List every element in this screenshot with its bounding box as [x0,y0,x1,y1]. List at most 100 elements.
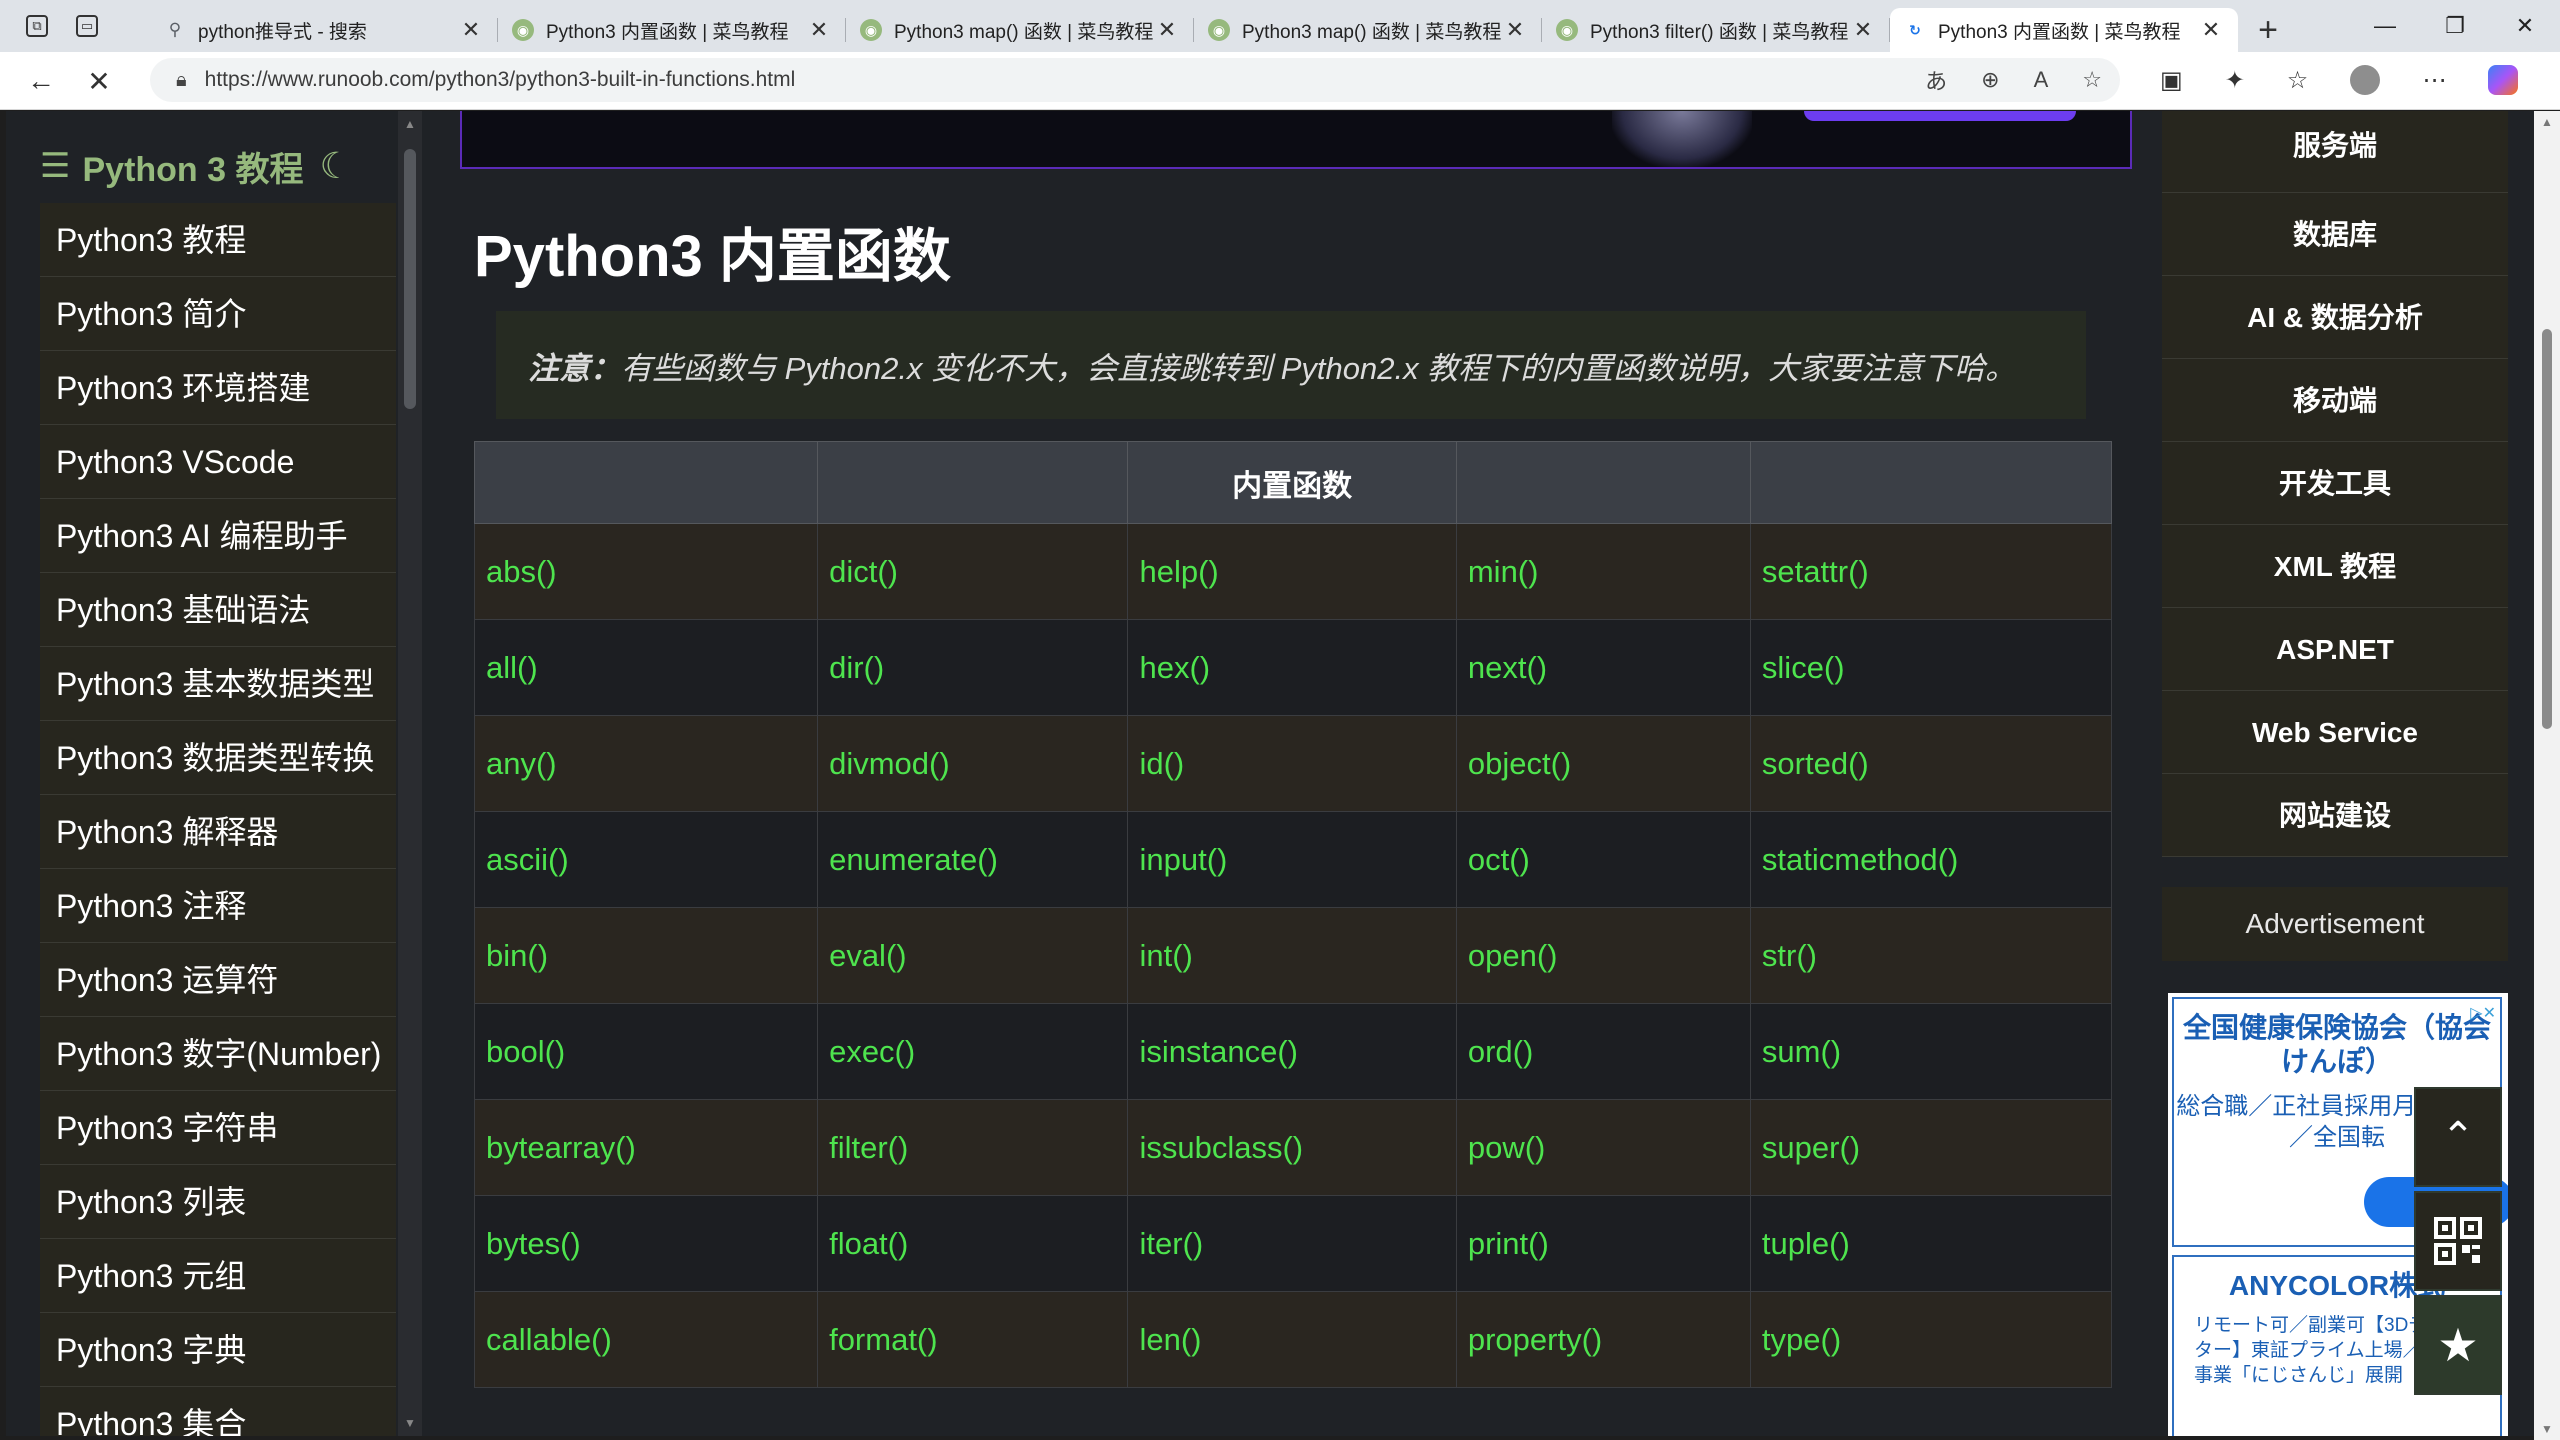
function-link[interactable]: help() [1127,523,1457,620]
category-item[interactable]: AI & 数据分析 [2162,276,2508,359]
function-link[interactable]: sorted() [1749,715,2113,812]
tab-5-active[interactable]: ↻ Python3 内置函数 | 菜鸟教程 ✕ [1890,8,2238,52]
function-link[interactable]: float() [817,1195,1129,1292]
banner-ad[interactable] [460,111,2132,169]
function-link[interactable]: int() [1127,907,1457,1004]
function-link[interactable]: exec() [817,1003,1129,1100]
sidebar-item[interactable]: Python3 数字(Number) [40,1017,396,1091]
tab-3[interactable]: ◉ Python3 map() 函数 | 菜鸟教程 ✕ [1194,8,1542,52]
function-link[interactable]: callable() [473,1291,819,1388]
sidebar-item[interactable]: Python3 基本数据类型 [40,647,396,721]
function-link[interactable]: print() [1455,1195,1751,1292]
new-tab-button[interactable]: + [2238,8,2298,52]
function-link[interactable]: abs() [473,523,819,620]
extensions-icon[interactable]: ✦ [2225,66,2245,95]
function-link[interactable]: isinstance() [1127,1003,1457,1100]
copilot-icon[interactable] [2488,65,2519,95]
scroll-down-icon[interactable]: ▼ [402,1416,418,1430]
function-link[interactable]: bool() [473,1003,819,1100]
list-icon[interactable]: ☰ [40,146,70,186]
category-item[interactable]: Web Service [2162,691,2508,774]
sidebar-item[interactable]: Python3 字符串 [40,1091,396,1165]
lock-icon[interactable]: 🔒︎ [176,69,187,92]
sidebar-item[interactable]: Python3 简介 [40,277,396,351]
function-link[interactable]: str() [1749,907,2113,1004]
function-link[interactable]: super() [1749,1099,2113,1196]
close-icon[interactable]: ✕ [806,17,832,43]
function-link[interactable]: property() [1455,1291,1751,1388]
sidebar-item[interactable]: Python3 解释器 [40,795,396,869]
vertical-tabs-icon[interactable]: ▭ [76,15,98,37]
function-link[interactable]: bytearray() [473,1099,819,1196]
tab-2[interactable]: ◉ Python3 map() 函数 | 菜鸟教程 ✕ [846,8,1194,52]
favorite-star-icon[interactable]: ☆ [2082,67,2102,93]
function-link[interactable]: format() [817,1291,1129,1388]
sidebar-item[interactable]: Python3 元组 [40,1239,396,1313]
function-link[interactable]: iter() [1127,1195,1457,1292]
function-link[interactable]: eval() [817,907,1129,1004]
close-icon[interactable]: ✕ [1850,17,1876,43]
back-to-top-icon[interactable]: ⌃ [2414,1087,2502,1187]
minimize-icon[interactable]: — [2350,0,2420,52]
category-item[interactable]: XML 教程 [2162,525,2508,608]
category-item[interactable]: ASP.NET [2162,608,2508,691]
tab-4[interactable]: ◉ Python3 filter() 函数 | 菜鸟教程 ✕ [1542,8,1890,52]
function-link[interactable]: filter() [817,1099,1129,1196]
function-link[interactable]: ascii() [473,811,819,908]
function-link[interactable]: dir() [817,619,1129,716]
workspaces-icon[interactable]: ⧉ [26,15,48,37]
read-aloud-icon[interactable]: A [2034,67,2049,93]
zoom-icon[interactable]: ⊕ [1981,67,1999,93]
sidebar-scrollbar[interactable]: ▲ ▼ [398,111,422,1436]
function-link[interactable]: input() [1127,811,1457,908]
function-link[interactable]: ord() [1455,1003,1751,1100]
function-link[interactable]: bytes() [473,1195,819,1292]
sidebar-item[interactable]: Python3 集合 [40,1387,396,1436]
function-link[interactable]: oct() [1455,811,1751,908]
close-icon[interactable]: ✕ [2198,17,2224,43]
sidebar-item[interactable]: Python3 数据类型转换 [40,721,396,795]
close-icon[interactable]: ✕ [1502,17,1528,43]
category-item[interactable]: 开发工具 [2162,442,2508,525]
translate-icon[interactable]: あ [1925,64,1947,96]
function-link[interactable]: len() [1127,1291,1457,1388]
function-link[interactable]: slice() [1749,619,2113,716]
scroll-up-icon[interactable]: ▲ [2539,115,2555,129]
sidebar-item[interactable]: Python3 列表 [40,1165,396,1239]
close-icon[interactable]: ✕ [458,17,484,43]
function-link[interactable]: id() [1127,715,1457,812]
scroll-down-icon[interactable]: ▼ [2539,1422,2555,1436]
function-link[interactable]: open() [1455,907,1751,1004]
ad-choices-icon[interactable]: ▷✕ [2456,1003,2496,1027]
back-arrow-icon[interactable]: ← [22,62,60,100]
split-screen-icon[interactable]: ▣ [2160,66,2183,95]
function-link[interactable]: issubclass() [1127,1099,1457,1196]
bookmark-star-icon[interactable]: ★ [2414,1295,2502,1395]
function-link[interactable]: object() [1455,715,1751,812]
category-item[interactable]: 网站建设 [2162,774,2508,857]
sidebar-item[interactable]: Python3 教程 [40,203,396,277]
function-link[interactable]: min() [1455,523,1751,620]
category-item[interactable]: 数据库 [2162,193,2508,276]
scroll-up-icon[interactable]: ▲ [402,117,418,131]
function-link[interactable]: next() [1455,619,1751,716]
banner-button[interactable] [1804,111,2076,121]
function-link[interactable]: all() [473,619,819,716]
function-link[interactable]: pow() [1455,1099,1751,1196]
ad-title[interactable]: 全国健康保険協会（協会けんぽ） [2174,999,2500,1079]
close-window-icon[interactable]: ✕ [2490,0,2560,52]
function-link[interactable]: staticmethod() [1749,811,2113,908]
category-item[interactable]: 移动端 [2162,359,2508,442]
sidebar-item[interactable]: Python3 VScode [40,425,396,499]
page-scroll-thumb[interactable] [2542,329,2552,729]
sidebar-item[interactable]: Python3 基础语法 [40,573,396,647]
category-item[interactable]: 服务端 [2162,111,2508,193]
favorites-icon[interactable]: ☆ [2287,66,2309,95]
function-link[interactable]: enumerate() [817,811,1129,908]
sidebar-item[interactable]: Python3 运算符 [40,943,396,1017]
sidebar-item[interactable]: Python3 注释 [40,869,396,943]
function-link[interactable]: sum() [1749,1003,2113,1100]
function-link[interactable]: hex() [1127,619,1457,716]
profile-avatar[interactable] [2350,65,2381,95]
moon-icon[interactable]: ☾ [320,145,352,187]
